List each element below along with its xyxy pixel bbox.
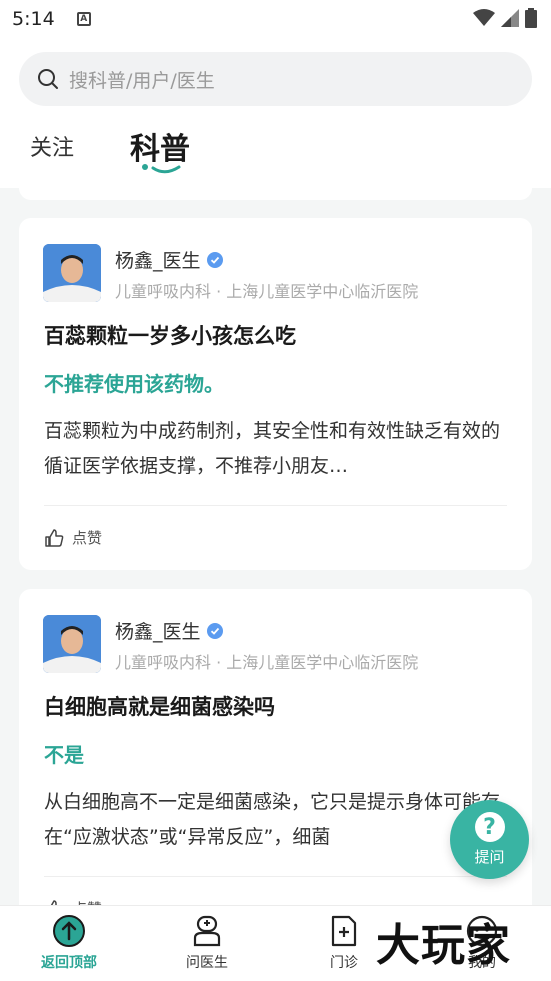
question-icon: ? (474, 812, 505, 842)
doctor-department: 儿童呼吸内科 · 上海儿童医学中心临沂医院 (115, 653, 419, 672)
nav-label: 门诊 (330, 955, 358, 971)
notification-a-icon: A (76, 12, 91, 26)
doctor-name[interactable]: 杨鑫_医生 (115, 246, 223, 273)
watermark-text: 大玩家 (376, 920, 511, 971)
tab-bar: 关注 科普 (0, 124, 551, 184)
doctor-name-text: 杨鑫_医生 (115, 621, 201, 643)
tab-follow[interactable]: 关注 (30, 130, 74, 162)
divider (44, 876, 507, 877)
doctor-icon (193, 915, 221, 947)
answer-body: 从白细胞高不一定是细菌感染，它只是提示身体可能存在“应激状态”或“异常反应”，细… (44, 791, 501, 848)
clinic-icon (331, 915, 357, 947)
thumbs-up-icon (45, 528, 64, 547)
battery-icon (525, 8, 537, 28)
avatar[interactable] (43, 244, 101, 302)
nav-ask-doctor[interactable]: 问医生 (162, 914, 252, 972)
header: 搜科普/用户/医生 关注 科普 (0, 38, 551, 188)
question-title[interactable]: 白细胞高就是细菌感染吗 (44, 691, 275, 721)
ask-label: 提问 (474, 848, 505, 866)
tab-active-indicator (142, 164, 181, 174)
doctor-name-text: 杨鑫_医生 (115, 250, 201, 272)
verified-badge-icon (206, 251, 223, 268)
wifi-icon (473, 9, 495, 26)
answer-body: 百蕊颗粒为中成药制剂，其安全性和有效性缺乏有效的循证医学依据支撑，不推荐小朋友… (44, 420, 501, 477)
arrow-up-circle-icon (53, 915, 85, 947)
doctor-department: 儿童呼吸内科 · 上海儿童医学中心临沂医院 (115, 282, 419, 301)
nav-label: 问医生 (186, 955, 228, 971)
doctor-name[interactable]: 杨鑫_医生 (115, 617, 223, 644)
article-card[interactable]: 杨鑫_医生 儿童呼吸内科 · 上海儿童医学中心临沂医院 百蕊颗粒一岁多小孩怎么吃… (19, 218, 532, 570)
like-button[interactable]: 点赞 (44, 527, 102, 548)
ask-question-button[interactable]: ? 提问 (450, 800, 529, 879)
signal-icon (501, 9, 519, 27)
answer-summary: 不是 (44, 743, 84, 767)
search-icon (38, 69, 58, 89)
question-title[interactable]: 百蕊颗粒一岁多小孩怎么吃 (44, 320, 296, 350)
search-placeholder: 搜科普/用户/医生 (69, 69, 215, 92)
search-input[interactable]: 搜科普/用户/医生 (19, 52, 532, 106)
answer-summary: 不推荐使用该药物。 (44, 372, 224, 396)
status-time: 5:14 (12, 8, 55, 30)
like-label: 点赞 (72, 529, 103, 547)
previous-card-bottom (19, 188, 532, 200)
verified-badge-icon (206, 622, 223, 639)
status-icons (473, 8, 537, 28)
article-card[interactable]: 杨鑫_医生 儿童呼吸内科 · 上海儿童医学中心临沂医院 白细胞高就是细菌感染吗 … (19, 589, 532, 919)
status-bar: 5:14 A (0, 0, 551, 38)
nav-back-to-top[interactable]: 返回顶部 (24, 914, 114, 972)
avatar[interactable] (43, 615, 101, 673)
divider (44, 505, 507, 506)
nav-label: 返回顶部 (41, 955, 97, 971)
